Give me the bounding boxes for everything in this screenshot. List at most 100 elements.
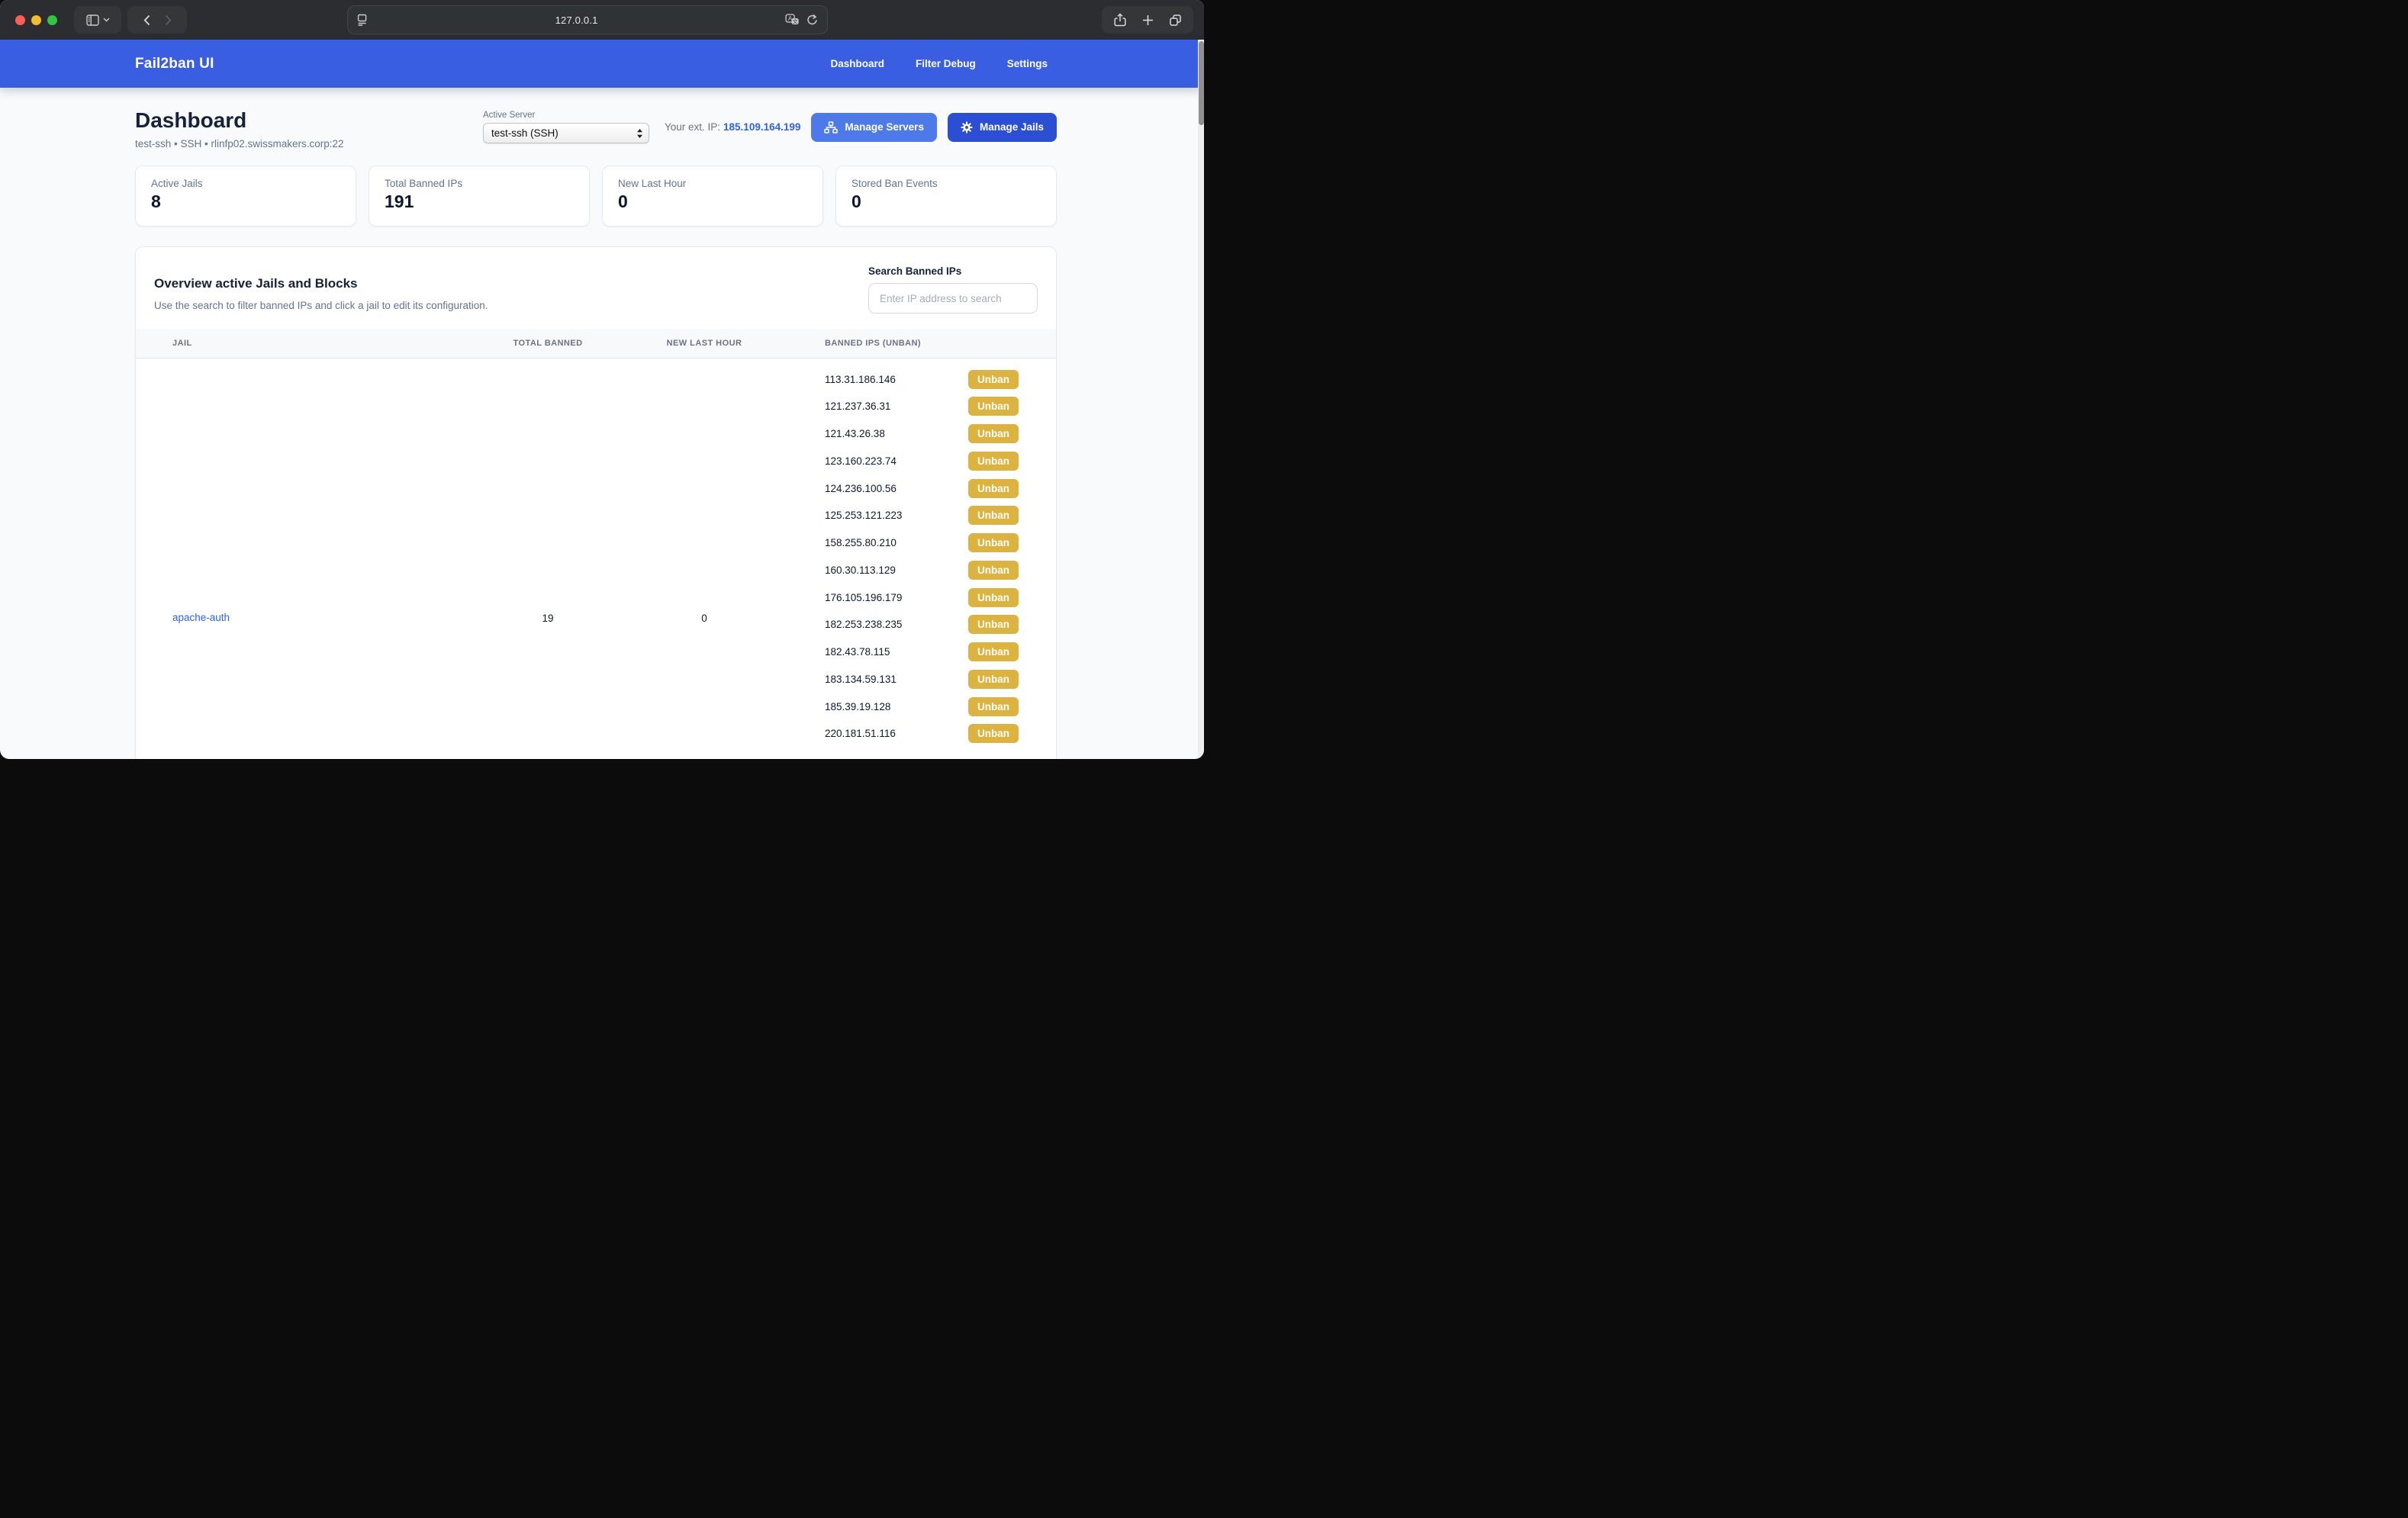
stat-label: Stored Ban Events xyxy=(851,178,1041,189)
zoom-window-button[interactable] xyxy=(47,15,57,25)
browser-titlebar: 127.0.0.1 A 文 xyxy=(0,0,1204,40)
new-last-hour-value: 0 xyxy=(624,613,784,624)
nav-link-filter-debug[interactable]: Filter Debug xyxy=(916,58,976,69)
sidebar-toggle-button[interactable] xyxy=(74,6,121,34)
unban-button[interactable]: Unban xyxy=(968,370,1019,389)
nav-links: Dashboard Filter Debug Settings xyxy=(830,58,1057,69)
banned-ip: 125.253.121.223 xyxy=(825,510,968,521)
banned-ip: 158.255.80.210 xyxy=(825,537,968,548)
search-banned-ips-label: Search Banned IPs xyxy=(868,265,1038,277)
back-button[interactable] xyxy=(138,14,156,26)
gear-icon xyxy=(961,121,973,133)
translate-icon[interactable]: A 文 xyxy=(785,14,800,26)
banned-ip: 182.43.78.115 xyxy=(825,646,968,658)
banned-ip-row: 113.31.186.146Unban xyxy=(825,365,1019,393)
unban-button[interactable]: Unban xyxy=(968,697,1019,716)
stat-value: 8 xyxy=(151,191,340,212)
scrollbar-thumb[interactable] xyxy=(1199,41,1204,125)
banned-ip-row: 220.181.51.116Unban xyxy=(825,720,1019,748)
stat-card-stored-ban-events: Stored Ban Events 0 xyxy=(835,166,1057,227)
unban-button[interactable]: Unban xyxy=(968,724,1019,743)
banned-ip-row: 123.160.223.74Unban xyxy=(825,447,1019,474)
reload-icon[interactable] xyxy=(806,14,818,26)
brand-title[interactable]: Fail2ban UI xyxy=(135,56,214,72)
share-icon[interactable] xyxy=(1106,13,1134,27)
external-ip-label: Your ext. IP: xyxy=(665,121,720,133)
stat-cards: Active Jails 8 Total Banned IPs 191 New … xyxy=(135,166,1057,227)
unban-button[interactable]: Unban xyxy=(968,479,1019,498)
banned-ip: 160.30.113.129 xyxy=(825,564,968,576)
banned-ip: 185.39.19.128 xyxy=(825,701,968,712)
unban-button[interactable]: Unban xyxy=(968,561,1019,580)
page-format-icon[interactable] xyxy=(357,14,368,26)
banned-ip: 183.134.59.131 xyxy=(825,674,968,685)
page-header: Dashboard test-ssh • SSH • rlinfp02.swis… xyxy=(135,108,344,150)
unban-button[interactable]: Unban xyxy=(968,424,1019,443)
stat-value: 0 xyxy=(851,191,1041,212)
page-title: Dashboard xyxy=(135,108,344,133)
banned-ip-row: 158.255.80.210Unban xyxy=(825,529,1019,557)
banned-ip-row: 160.30.113.129Unban xyxy=(825,556,1019,584)
unban-button[interactable]: Unban xyxy=(968,670,1019,689)
select-arrows-icon xyxy=(636,128,643,139)
forward-button[interactable] xyxy=(159,14,177,26)
browser-window: 127.0.0.1 A 文 xyxy=(0,0,1204,759)
stat-value: 191 xyxy=(385,191,574,212)
active-server-label: Active Server xyxy=(483,111,649,120)
close-window-button[interactable] xyxy=(15,15,25,25)
banned-ip: 176.105.196.179 xyxy=(825,592,968,603)
nav-link-dashboard[interactable]: Dashboard xyxy=(830,58,884,69)
new-tab-icon[interactable] xyxy=(1134,14,1161,26)
banned-ip: 121.43.26.38 xyxy=(825,428,968,439)
chevron-down-icon xyxy=(103,18,110,22)
banned-ip-row: 121.237.36.31Unban xyxy=(825,393,1019,420)
manage-servers-button[interactable]: Manage Servers xyxy=(811,113,937,142)
total-banned-value: 19 xyxy=(472,613,624,624)
page-subtitle: test-ssh • SSH • rlinfp02.swissmakers.co… xyxy=(135,138,344,150)
banned-ip: 220.181.51.116 xyxy=(825,728,968,739)
search-banned-ips-input[interactable] xyxy=(868,283,1038,314)
column-header-total-banned: TOTAL BANNED xyxy=(472,339,624,348)
scrollbar-track[interactable] xyxy=(1198,40,1204,759)
active-server-select[interactable]: test-ssh (SSH) xyxy=(483,123,649,143)
manage-jails-label: Manage Jails xyxy=(980,121,1044,133)
stat-label: Active Jails xyxy=(151,178,340,189)
history-nav-buttons xyxy=(127,6,187,34)
jail-link-apache-auth[interactable]: apache-auth xyxy=(172,612,230,623)
external-ip: Your ext. IP:185.109.164.199 xyxy=(665,121,800,133)
banned-ips-list: 113.31.186.146Unban 121.237.36.31Unban 1… xyxy=(784,359,1056,748)
url-text[interactable]: 127.0.0.1 xyxy=(368,14,785,26)
tab-overview-icon[interactable] xyxy=(1161,14,1189,27)
stat-label: Total Banned IPs xyxy=(385,178,574,189)
svg-text:文: 文 xyxy=(793,18,798,24)
unban-button[interactable]: Unban xyxy=(968,642,1019,661)
page-content: Dashboard test-ssh • SSH • rlinfp02.swis… xyxy=(0,88,1204,759)
banned-ip: 124.236.100.56 xyxy=(825,483,968,494)
banned-ip-row: 182.43.78.115Unban xyxy=(825,638,1019,666)
table-row: apache-auth 19 0 113.31.186.146Unban 121… xyxy=(136,359,1056,759)
titlebar-right-buttons xyxy=(1102,6,1193,34)
banned-ip: 113.31.186.146 xyxy=(825,374,968,385)
app-navbar: Fail2ban UI Dashboard Filter Debug Setti… xyxy=(0,40,1204,88)
banned-ip-row: 124.236.100.56Unban xyxy=(825,474,1019,502)
overview-panel: Overview active Jails and Blocks Use the… xyxy=(135,246,1057,759)
unban-button[interactable]: Unban xyxy=(968,506,1019,525)
minimize-window-button[interactable] xyxy=(31,15,41,25)
unban-button[interactable]: Unban xyxy=(968,452,1019,471)
manage-jails-button[interactable]: Manage Jails xyxy=(948,113,1057,142)
overview-title: Overview active Jails and Blocks xyxy=(154,276,488,291)
unban-button[interactable]: Unban xyxy=(968,615,1019,634)
address-bar[interactable]: 127.0.0.1 A 文 xyxy=(347,5,828,34)
stat-value: 0 xyxy=(618,191,807,212)
unban-button[interactable]: Unban xyxy=(968,397,1019,416)
banned-ip-row: 121.43.26.38Unban xyxy=(825,420,1019,448)
stat-label: New Last Hour xyxy=(618,178,807,189)
banned-ip-row: 183.134.59.131Unban xyxy=(825,665,1019,693)
banned-ip-row: 185.39.19.128Unban xyxy=(825,693,1019,720)
unban-button[interactable]: Unban xyxy=(968,533,1019,552)
banned-ip: 121.237.36.31 xyxy=(825,400,968,412)
stat-card-total-banned: Total Banned IPs 191 xyxy=(369,166,590,227)
nav-link-settings[interactable]: Settings xyxy=(1007,58,1048,69)
column-header-jail: JAIL xyxy=(136,339,472,348)
unban-button[interactable]: Unban xyxy=(968,588,1019,607)
